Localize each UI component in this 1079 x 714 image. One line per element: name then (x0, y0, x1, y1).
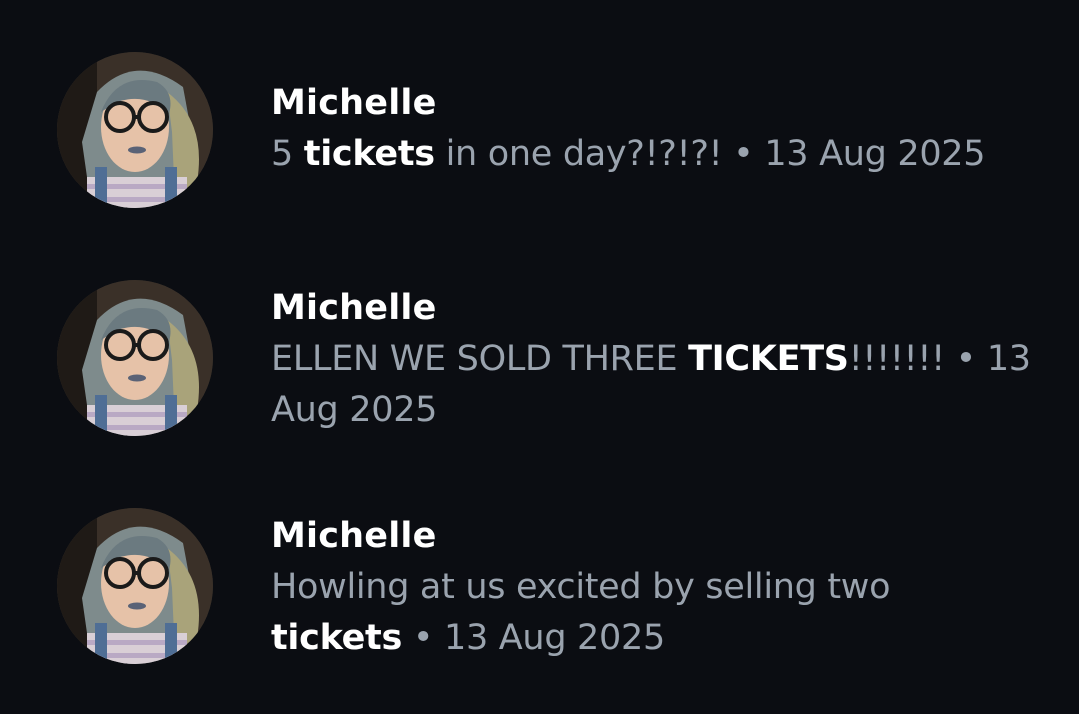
search-term-highlight: tickets (303, 134, 435, 174)
snippet-text: Howling at us excited by selling two (271, 567, 891, 607)
message-date: 13 Aug 2025 (764, 134, 986, 174)
snippet-text (402, 618, 413, 658)
author-name: Michelle (271, 288, 437, 328)
avatar[interactable] (57, 52, 213, 208)
snippet-text: 5 (271, 134, 304, 174)
search-result-item[interactable]: Michelle 5 tickets in one day?!?!?! • 13… (0, 0, 1079, 208)
snippet-text: ELLEN WE SOLD THREE (271, 339, 689, 379)
snippet-text: !!!!!!! (848, 339, 956, 379)
search-results-list: Michelle 5 tickets in one day?!?!?! • 13… (0, 0, 1079, 714)
message-snippet: ELLEN WE SOLD THREE TICKETS!!!!!!! • 13 … (271, 334, 1031, 436)
search-result-item[interactable]: Michelle ELLEN WE SOLD THREE TICKETS!!!!… (0, 228, 1079, 436)
separator-dot: • (955, 339, 977, 379)
avatar-image (57, 508, 213, 664)
avatar-image (57, 52, 213, 208)
search-result-item[interactable]: Michelle Howling at us excited by sellin… (0, 456, 1079, 664)
search-term-highlight: tickets (271, 618, 403, 658)
message-snippet: 5 tickets in one day?!?!?! • 13 Aug 2025 (271, 129, 1031, 180)
avatar[interactable] (57, 280, 213, 436)
author-name: Michelle (271, 83, 437, 123)
avatar-image (57, 280, 213, 436)
author-name: Michelle (271, 516, 437, 556)
avatar[interactable] (57, 508, 213, 664)
search-term-highlight: TICKETS (688, 339, 849, 379)
message-snippet: Howling at us excited by selling two tic… (271, 562, 1031, 664)
separator-dot: • (733, 134, 754, 174)
separator-dot: • (412, 618, 434, 658)
message-date: 13 Aug 2025 (444, 618, 665, 658)
snippet-text: in one day?!?!?! (434, 134, 734, 174)
